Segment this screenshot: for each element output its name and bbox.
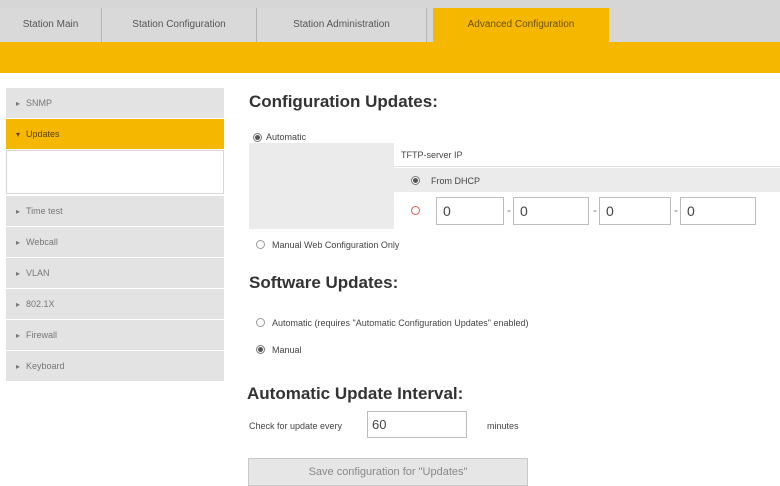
tab-station-main[interactable]: Station Main	[0, 8, 102, 42]
tab-bar: Station Main Station Configuration Stati…	[0, 0, 780, 42]
config-updates-heading: Configuration Updates:	[249, 92, 438, 111]
sidebar-item-snmp[interactable]: ▸ SNMP	[6, 88, 224, 119]
ip-separator: -	[593, 203, 597, 217]
chevron-right-icon: ▸	[16, 331, 21, 340]
interval-unit-label: minutes	[487, 421, 519, 431]
manual-web-config-radio[interactable]	[256, 240, 265, 249]
chevron-down-icon: ▾	[16, 130, 21, 139]
sidebar-item-label: Webcall	[26, 237, 58, 247]
header-accent-bar	[0, 42, 780, 73]
ip-separator: -	[674, 203, 678, 217]
tab-station-administration[interactable]: Station Administration	[257, 8, 427, 42]
chevron-right-icon: ▸	[16, 207, 21, 216]
ip-octet-4-input[interactable]: 0	[680, 197, 756, 225]
chevron-right-icon: ▸	[16, 300, 21, 309]
software-manual-radio[interactable]	[256, 345, 265, 354]
ip-octet-3-input[interactable]: 0	[599, 197, 671, 225]
sidebar-item-label: VLAN	[26, 268, 50, 278]
sidebar-item-keyboard[interactable]: ▸ Keyboard	[6, 351, 224, 382]
sidebar-item-label: Updates	[26, 129, 60, 139]
software-automatic-label: Automatic (requires "Automatic Configura…	[272, 318, 529, 328]
sidebar-item-label: 802.1X	[26, 299, 55, 309]
software-updates-heading: Software Updates:	[249, 273, 399, 292]
chevron-right-icon: ▸	[16, 238, 21, 247]
manual-web-config-label: Manual Web Configuration Only	[272, 240, 400, 250]
save-configuration-button[interactable]: Save configuration for "Updates"	[248, 458, 528, 486]
tab-advanced-configuration[interactable]: Advanced Configuration	[433, 8, 609, 42]
sidebar-item-webcall[interactable]: ▸ Webcall	[6, 227, 224, 258]
chevron-right-icon: ▸	[16, 362, 21, 371]
sidebar-item-802-1x[interactable]: ▸ 802.1X	[6, 289, 224, 320]
sidebar-item-label: Time test	[26, 206, 63, 216]
config-automatic-radio[interactable]	[253, 133, 262, 142]
sidebar-item-label: Firewall	[26, 330, 58, 340]
config-automatic-label: Automatic	[266, 132, 307, 142]
ip-octet-2-input[interactable]: 0	[513, 197, 589, 225]
tab-station-configuration[interactable]: Station Configuration	[102, 8, 257, 42]
sidebar-item-updates[interactable]: ▾ Updates	[6, 119, 224, 150]
ip-octet-1-input[interactable]: 0	[436, 197, 504, 225]
sidebar-item-time-test[interactable]: ▸ Time test	[6, 196, 224, 227]
chevron-right-icon: ▸	[16, 99, 21, 108]
software-manual-label: Manual	[272, 345, 302, 355]
sidebar-item-vlan[interactable]: ▸ VLAN	[6, 258, 224, 289]
chevron-right-icon: ▸	[16, 269, 21, 278]
from-dhcp-radio[interactable]	[411, 176, 420, 185]
config-automatic-panel	[249, 143, 394, 229]
sidebar-item-label: Keyboard	[26, 361, 65, 371]
software-automatic-radio[interactable]	[256, 318, 265, 327]
interval-heading: Automatic Update Interval:	[247, 384, 464, 403]
from-dhcp-label: From DHCP	[431, 176, 480, 186]
sidebar-item-label: SNMP	[26, 98, 53, 108]
sidebar-submenu-updates	[6, 150, 224, 194]
static-ip-radio[interactable]	[411, 206, 420, 215]
tftp-server-label: TFTP-server IP	[401, 150, 463, 160]
ip-separator: -	[507, 203, 511, 217]
interval-prefix-label: Check for update every	[249, 421, 343, 431]
sidebar-item-firewall[interactable]: ▸ Firewall	[6, 320, 224, 351]
interval-minutes-input[interactable]: 60	[367, 411, 467, 438]
